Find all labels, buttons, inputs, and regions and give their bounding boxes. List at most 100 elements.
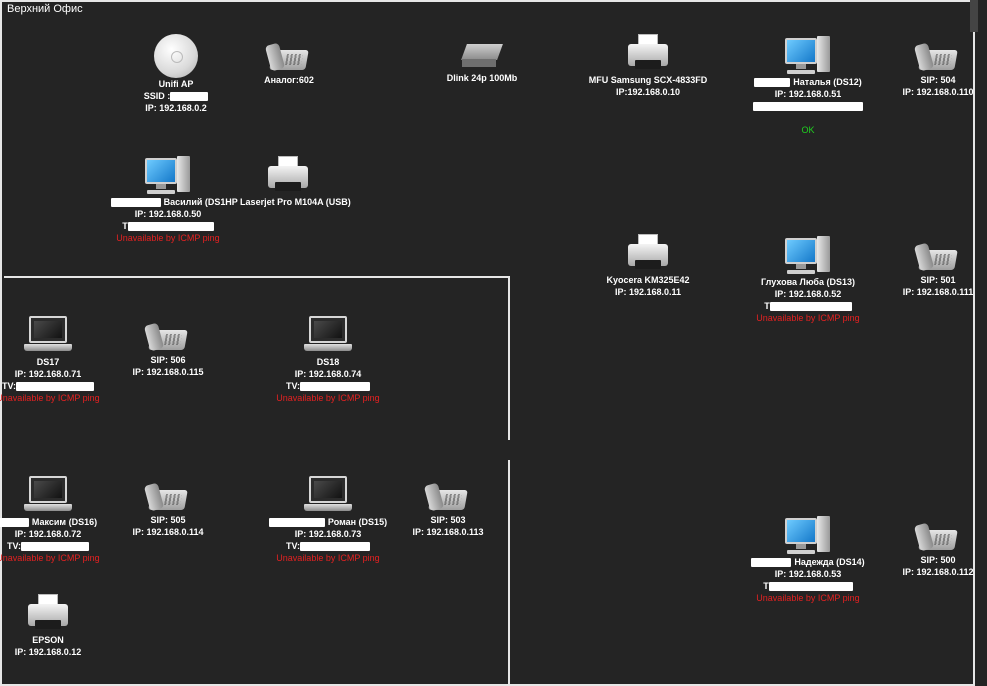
printer-icon	[626, 234, 670, 274]
redaction-mask	[268, 518, 325, 528]
device-status: Unavailable by ICMP ping	[276, 393, 380, 403]
device-label-text: TV:	[285, 381, 300, 391]
redaction-mask	[110, 198, 161, 208]
device-label-line: Kyocera KM325E42	[558, 274, 738, 286]
device-status: Unavailable by ICMP ping	[0, 393, 100, 403]
desktop-pc-icon	[145, 156, 191, 196]
desktop-pc-icon	[785, 516, 831, 556]
device-label-line: SIP: 505	[78, 514, 258, 526]
device-label-line: SSID :	[86, 90, 266, 102]
device-sip500[interactable]: SIP: 500 IP: 192.168.0.112	[848, 520, 987, 578]
redaction-mask	[753, 102, 863, 112]
device-label-text: T	[764, 301, 770, 311]
device-label-text: IP: 192.168.0.2	[145, 103, 207, 113]
device-label-text: IP: 192.168.0.12	[14, 647, 82, 657]
redaction-mask	[768, 582, 853, 592]
device-label-line: SIP: 503	[358, 514, 538, 526]
laptop-icon	[24, 316, 72, 356]
device-analog[interactable]: Аналог:602	[199, 40, 379, 86]
device-label-line: IP: 192.168.0.110	[848, 86, 987, 98]
device-label-text: T	[122, 221, 128, 231]
desk-phone-icon	[913, 40, 959, 74]
device-label-line: IP: 192.168.0.114	[78, 526, 258, 538]
redaction-mask	[300, 542, 370, 552]
device-label-text: IP: 192.168.0.115	[132, 367, 204, 377]
inner-wall-horizontal	[4, 276, 510, 278]
laptop-icon	[304, 316, 352, 356]
network-switch-icon	[461, 42, 503, 72]
device-ds18[interactable]: DS18 IP: 192.168.0.74 TV: Unavailable by IC…	[238, 316, 418, 404]
device-epson[interactable]: EPSON IP: 192.168.0.12	[0, 594, 138, 658]
device-label-text: Аналог:602	[264, 75, 314, 85]
device-label-line: T	[718, 580, 898, 592]
device-label-text: Глухова Люба (DS13)	[760, 277, 856, 287]
device-label-text: SIP: 500	[920, 555, 956, 565]
device-label-text: T	[763, 581, 769, 591]
desk-phone-icon	[143, 480, 189, 514]
device-label-text: SIP: 506	[150, 355, 186, 365]
device-label-line: IP: 192.168.0.50	[78, 208, 258, 220]
redaction-mask	[300, 382, 370, 392]
device-label-line: SIP: 500	[848, 554, 987, 566]
device-label-line: TV:	[0, 540, 138, 552]
device-status: Unavailable by ICMP ping	[0, 553, 100, 563]
device-label-line: DS18	[238, 356, 418, 368]
device-label-line: EPSON	[0, 634, 138, 646]
device-label-text: IP: 192.168.0.53	[774, 569, 842, 579]
device-label-line: IP: 192.168.0.115	[78, 366, 258, 378]
device-dlink[interactable]: Dlink 24p 100Mb	[392, 42, 572, 84]
desk-phone-icon	[264, 40, 310, 74]
device-label-text: IP: 192.168.0.113	[412, 527, 484, 537]
device-label-line: T	[78, 220, 258, 232]
redaction-mask	[21, 542, 89, 552]
device-label-text: DS17	[36, 357, 60, 367]
printer-icon	[26, 594, 70, 634]
device-sip506[interactable]: SIP: 506 IP: 192.168.0.115	[78, 320, 258, 378]
laptop-icon	[24, 476, 72, 516]
device-sip503[interactable]: SIP: 503 IP: 192.168.0.113	[358, 480, 538, 538]
redaction-mask	[170, 92, 209, 102]
device-label-text: IP: 192.168.0.52	[774, 289, 842, 299]
device-status: OK	[801, 125, 815, 135]
device-label-text: IP: 192.168.0.111	[902, 287, 974, 297]
room-title: Верхний Офис	[7, 3, 83, 15]
device-label-text: MFU Samsung SCX-4833FD	[588, 75, 708, 85]
device-label-text: IP: 192.168.0.112	[902, 567, 974, 577]
printer-icon	[266, 156, 310, 196]
laptop-icon	[304, 476, 352, 516]
printer-icon	[626, 34, 670, 74]
device-label-text: Unifi AP	[158, 79, 194, 89]
device-kyocera[interactable]: Kyocera KM325E42 IP: 192.168.0.11	[558, 234, 738, 298]
device-label-text: Kyocera KM325E42	[606, 275, 690, 285]
device-label-line: SIP: 506	[78, 354, 258, 366]
device-label-text: Dlink 24p 100Mb	[446, 73, 518, 83]
device-sip501[interactable]: SIP: 501 IP: 192.168.0.111	[848, 240, 987, 298]
device-label-line: Аналог:602	[199, 74, 379, 86]
device-label-text: IP: 192.168.0.110	[902, 87, 974, 97]
device-hp[interactable]: HP Laserjet Pro M104A (USB)	[198, 156, 378, 208]
device-label-line: Dlink 24p 100Mb	[392, 72, 572, 84]
device-label-text: TV:	[6, 541, 21, 551]
redaction-mask	[16, 382, 94, 392]
device-label-line: SIP: 501	[848, 274, 987, 286]
device-label-line: MFU Samsung SCX-4833FD	[558, 74, 738, 86]
redaction-mask	[127, 222, 214, 232]
access-point-icon	[154, 34, 198, 78]
device-label-text: SIP: 501	[920, 275, 956, 285]
device-label-text: SIP: 504	[920, 75, 956, 85]
device-label-text: SSID :	[143, 91, 171, 101]
device-label-text: IP: 192.168.0.51	[774, 89, 842, 99]
device-sip505[interactable]: SIP: 505 IP: 192.168.0.114	[78, 480, 258, 538]
device-label-line: TV:	[238, 540, 418, 552]
device-label-text: DS18	[316, 357, 340, 367]
desktop-pc-icon	[785, 36, 831, 76]
device-label-line: IP:192.168.0.10	[558, 86, 738, 98]
device-label-line: TV:	[0, 380, 138, 392]
desktop-pc-icon	[785, 236, 831, 276]
device-label-line: TV:	[238, 380, 418, 392]
device-label-text: HP Laserjet Pro M104A (USB)	[225, 197, 351, 207]
device-mfu[interactable]: MFU Samsung SCX-4833FD IP:192.168.0.10	[558, 34, 738, 98]
device-label-text: IP:192.168.0.10	[615, 87, 681, 97]
device-sip504[interactable]: SIP: 504 IP: 192.168.0.110	[848, 40, 987, 98]
device-label-text: IP: 192.168.0.11	[614, 287, 682, 297]
